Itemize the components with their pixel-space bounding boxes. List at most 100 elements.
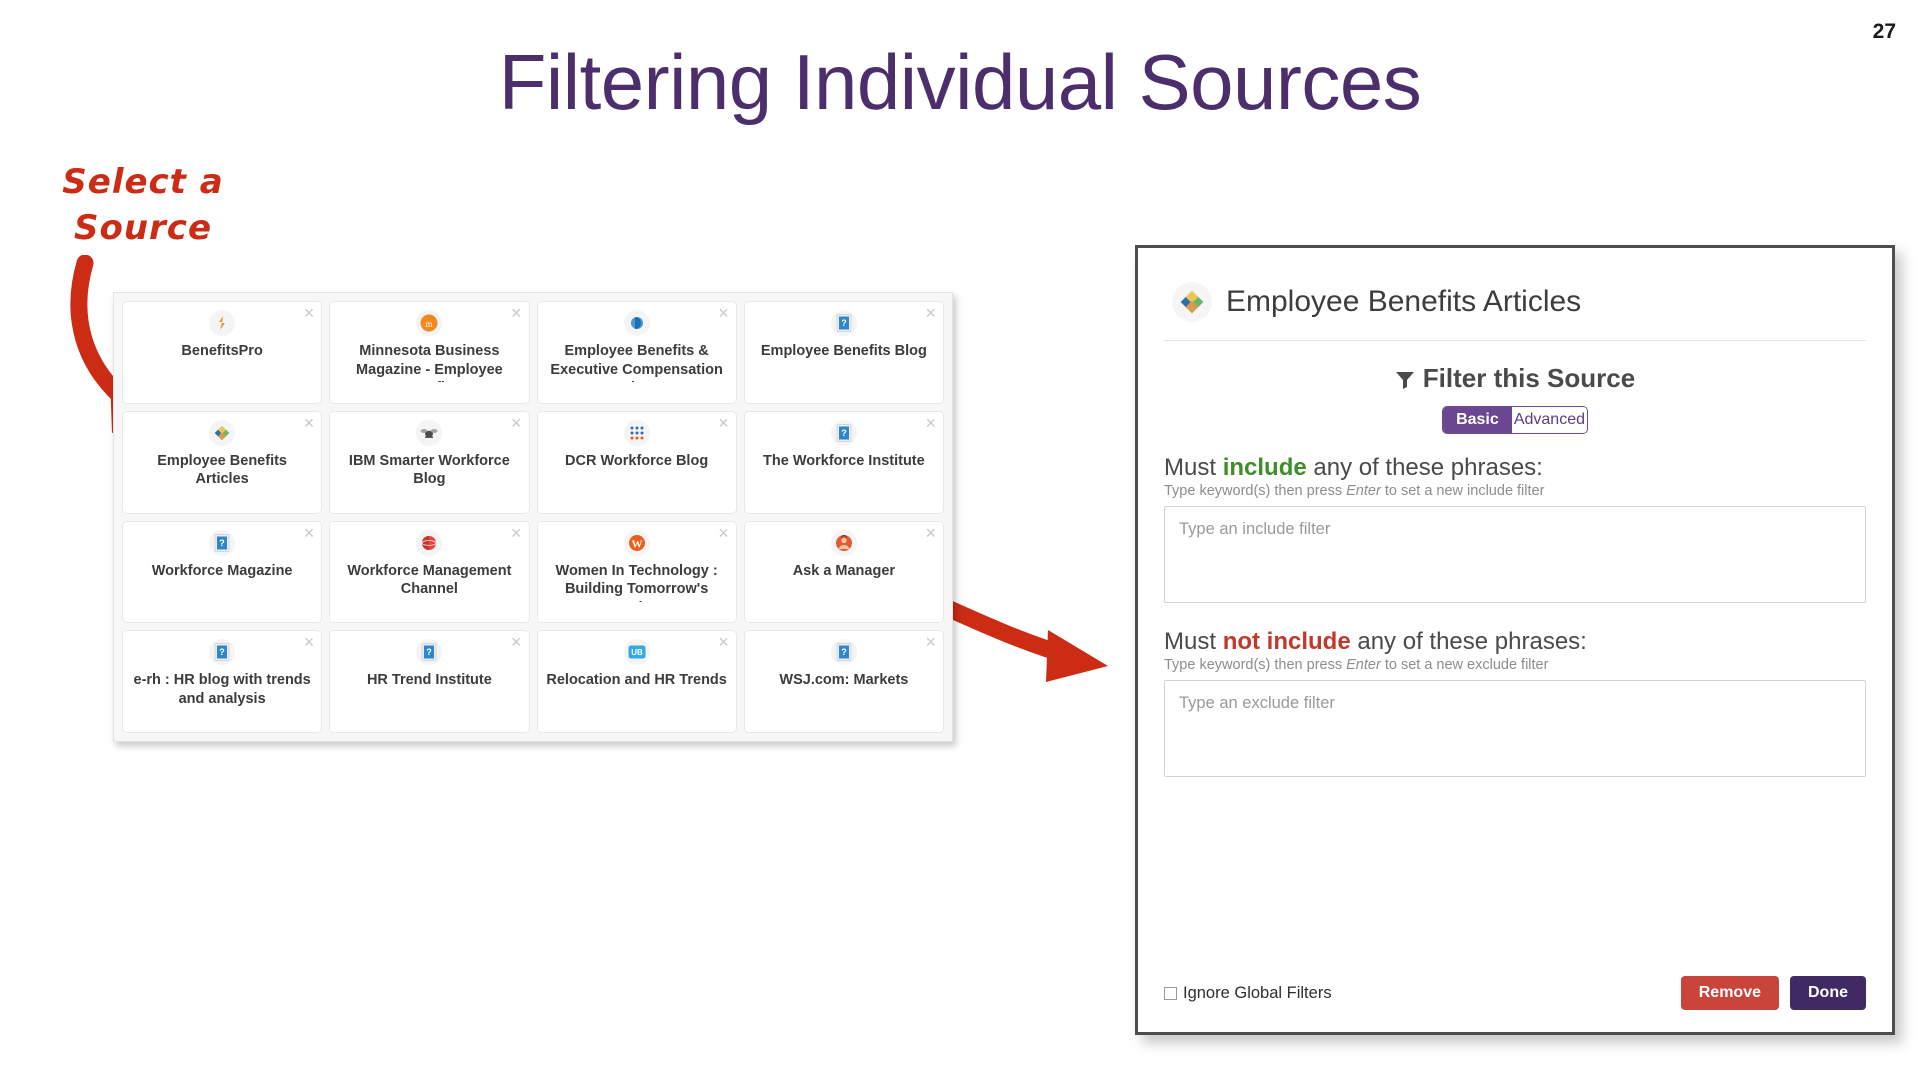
source-card[interactable]: × Employee Benefits Articles <box>122 410 323 514</box>
source-card[interactable]: × BenefitsPro <box>122 301 323 404</box>
source-card-label: Workforce Management Channel <box>347 562 512 598</box>
source-card[interactable]: ×? WSJ.com: Markets <box>743 630 944 733</box>
close-icon[interactable]: × <box>718 414 729 432</box>
source-card[interactable]: × Workforce Management Channel <box>329 520 530 624</box>
source-card-label: DCR Workforce Blog <box>565 452 709 469</box>
include-filter-block: Must include any of these phrases: Type … <box>1164 454 1866 608</box>
close-icon[interactable]: × <box>304 633 315 651</box>
source-card[interactable]: ×? The Workforce Institute <box>743 410 944 514</box>
close-icon[interactable]: × <box>718 304 729 322</box>
source-card[interactable]: × m Minnesota Business Magazine - Employee… <box>329 301 530 404</box>
exclude-keyword: not include <box>1222 628 1351 655</box>
source-card[interactable]: ×? e-rh : HR blog with trends and analysi… <box>122 630 323 733</box>
include-filter-label: Must include any of these phrases: <box>1164 454 1866 482</box>
generic-page-favicon: ? <box>830 419 857 446</box>
exclude-filter-input[interactable] <box>1164 680 1866 777</box>
ask-manager-favicon <box>830 529 857 556</box>
annotation-line-2: Source <box>73 207 213 248</box>
source-card-label: Employee Benefits & Executive Compensati… <box>550 343 723 382</box>
source-card[interactable]: × UB Relocation and HR Trends <box>536 630 737 733</box>
close-icon[interactable]: × <box>304 414 315 432</box>
red-sphere-favicon <box>416 529 443 556</box>
source-card-label: e-rh : HR blog with trends and analysis <box>133 672 311 707</box>
sources-grid: × BenefitsPro × m Minnesota Business Magazin… <box>113 292 953 742</box>
svg-text:?: ? <box>841 318 847 328</box>
include-filter-input[interactable] <box>1164 506 1866 603</box>
generic-page-favicon: ? <box>416 639 443 666</box>
source-card-label: Relocation and HR Trends <box>546 672 727 689</box>
w-circle-favicon: W <box>623 529 650 556</box>
generic-page-favicon: ? <box>830 639 857 666</box>
source-card-label: HR Trend Institute <box>366 672 492 689</box>
exclude-filter-block: Must not include any of these phrases: T… <box>1164 628 1866 782</box>
ub-favicon: UB <box>623 639 650 666</box>
tab-basic[interactable]: Basic <box>1443 407 1512 433</box>
include-hint-post: to set a new include filter <box>1380 483 1545 499</box>
funnel-icon <box>1395 372 1414 389</box>
close-icon[interactable]: × <box>925 633 936 651</box>
svg-text:W: W <box>631 538 642 550</box>
source-card-label: The Workforce Institute <box>763 452 925 469</box>
close-icon[interactable]: × <box>511 633 522 651</box>
dialog-action-buttons: Remove Done <box>1680 976 1866 1010</box>
benefitspro-favicon <box>209 310 236 336</box>
close-icon[interactable]: × <box>925 524 936 542</box>
close-icon[interactable]: × <box>304 524 315 542</box>
svg-text:?: ? <box>841 428 847 438</box>
source-card-label: Minnesota Business Magazine - Employee B… <box>356 343 503 382</box>
source-card[interactable]: × Ask a Manager <box>743 520 944 624</box>
source-card[interactable]: × DCR Workforce Blog <box>536 410 737 514</box>
ignore-global-filters-row[interactable]: Ignore Global Filters <box>1164 984 1332 1003</box>
svg-text:UB: UB <box>631 648 643 657</box>
source-card-label: Women In Technology : Building Tomorrow'… <box>555 562 718 602</box>
page-title: Filtering Individual Sources <box>498 38 1422 126</box>
exclude-hint-enter: Enter <box>1346 657 1381 673</box>
remove-button[interactable]: Remove <box>1680 976 1779 1010</box>
include-label-post: any of these phrases: <box>1306 454 1543 481</box>
annotation-select-a-source: Select a Source <box>28 160 258 252</box>
exclude-label-pre: Must <box>1164 628 1223 655</box>
source-card-label: Employee Benefits Articles <box>157 452 287 488</box>
svg-text:?: ? <box>427 647 433 657</box>
source-card-label: IBM Smarter Workforce Blog <box>348 452 510 488</box>
source-card[interactable]: × W Women In Technology : Building Tomorro… <box>536 520 737 624</box>
annotation-line-1: Select a <box>62 162 224 202</box>
close-icon[interactable]: × <box>925 414 936 432</box>
close-icon[interactable]: × <box>718 524 729 542</box>
source-card[interactable]: × IBM Smarter Workforce Blog <box>329 410 530 514</box>
exclude-filter-label: Must not include any of these phrases: <box>1164 628 1866 656</box>
close-icon[interactable]: × <box>511 524 522 542</box>
employee-benefits-exec-favicon <box>623 310 650 336</box>
include-keyword: include <box>1222 454 1307 481</box>
include-hint-pre: Type keyword(s) then press <box>1164 483 1347 499</box>
source-card-label: BenefitsPro <box>181 343 263 359</box>
close-icon[interactable]: × <box>511 414 522 432</box>
dialog-title: Employee Benefits Articles <box>1226 285 1582 318</box>
slide: 27 Filtering Individual Sources Select a… <box>0 0 1920 1080</box>
done-button[interactable]: Done <box>1790 976 1866 1010</box>
source-card[interactable]: ×? HR Trend Institute <box>329 630 530 733</box>
source-card-label: Workforce Magazine <box>151 562 293 579</box>
exclude-hint-post: to set a new exclude filter <box>1380 657 1549 673</box>
svg-text:?: ? <box>219 647 225 657</box>
close-icon[interactable]: × <box>925 304 936 322</box>
source-card-label: WSJ.com: Markets <box>779 672 909 689</box>
dcr-dots-favicon <box>623 419 650 446</box>
dialog-footer: Ignore Global Filters Remove Done <box>1164 976 1866 1010</box>
exclude-hint-pre: Type keyword(s) then press <box>1164 657 1347 673</box>
filter-mode-toggle[interactable]: Basic Advanced <box>1442 406 1588 434</box>
generic-page-favicon: ? <box>830 310 857 336</box>
svg-text:?: ? <box>841 647 847 657</box>
close-icon[interactable]: × <box>304 304 315 322</box>
close-icon[interactable]: × <box>718 633 729 651</box>
filter-section-heading: Filter this Source <box>1164 363 1866 394</box>
source-card[interactable]: ×? Employee Benefits Blog <box>743 301 944 404</box>
exclude-filter-hint: Type keyword(s) then press Enter to set … <box>1164 657 1866 673</box>
source-card[interactable]: × Employee Benefits & Executive Compensat… <box>536 301 737 404</box>
diamond-favicon <box>1172 282 1212 322</box>
tab-advanced[interactable]: Advanced <box>1511 407 1587 433</box>
source-card-label: Employee Benefits Blog <box>760 343 927 359</box>
close-icon[interactable]: × <box>511 304 522 322</box>
source-card[interactable]: ×? Workforce Magazine <box>122 520 323 624</box>
ignore-global-filters-checkbox[interactable] <box>1164 986 1177 1000</box>
